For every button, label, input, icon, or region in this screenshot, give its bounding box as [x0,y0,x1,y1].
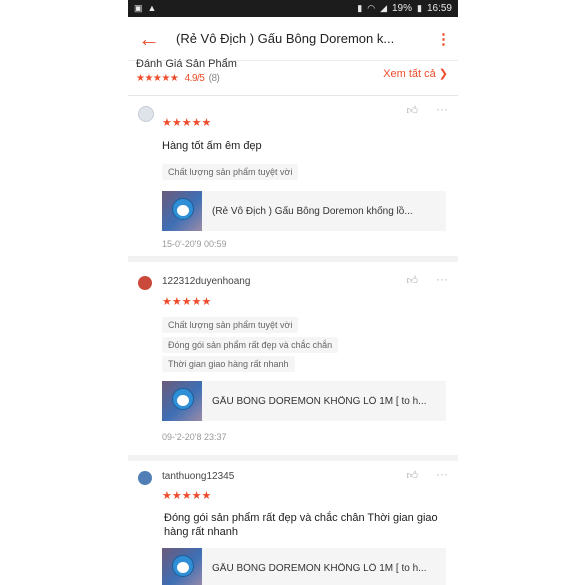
thumbs-up-icon[interactable]: 👍︎ [407,469,419,482]
product-thumbnail [162,381,202,421]
thumbs-up-icon[interactable]: 👍︎ [407,104,419,117]
battery-percent: 19% [392,3,413,14]
status-bar: ▣ ▲ ▮ ◠ ◢ 19% ▮ 16:59 [128,0,458,17]
product-name: GẤU BÔNG DOREMON KHỔNG LỒ 1M [ to h... [212,562,427,574]
app-bar: ← (Rẻ Vô Địch ) Gấu Bông Doremon k... ⋮ [128,17,458,61]
review-date: 15-0'-20'9 00:59 [162,239,227,249]
review-tag: Thời gian giao hàng rất nhanh [162,356,295,372]
review-tag: Chất lượng sản phẩm tuyệt vời [162,317,299,333]
wifi-icon: ◠ [367,3,376,13]
warning-icon: ▲ [147,3,157,13]
review-text: Hàng tốt ấm êm đẹp [162,140,262,152]
review-text: Đóng gói sản phẩm rất đẹp và chắc chân T… [164,512,438,538]
avatar[interactable] [138,276,152,290]
review-card: 122312duyenhoang ★★★★★ 👍︎ ··· Chất lượng… [128,262,458,461]
avatar[interactable] [138,106,154,122]
review-card: ★★★★★ 👍︎ ··· Hàng tốt ấm êm đẹp Chất lượ… [128,96,458,262]
product-name: (Rẻ Vô Địch ) Gấu Bông Doremon khổng lồ.… [212,205,413,217]
thumbs-up-icon[interactable]: 👍︎ [407,274,419,287]
review-date: 09-'2-20'8 23:37 [162,432,227,442]
review-username[interactable]: 122312duyenhoang [162,276,250,287]
rating-count: (8) [208,73,220,84]
review-stars: ★★★★★ [162,296,212,308]
vibrate-icon: ▮ [357,3,363,13]
product-link[interactable]: (Rẻ Vô Địch ) Gấu Bông Doremon khổng lồ.… [162,191,446,231]
product-link[interactable]: GẤU BÔNG DOREMON KHỔNG LỒ 1M [ to h... [162,381,446,421]
rating-summary-title: Đánh Giá Sản Phẩm [136,58,237,70]
image-icon: ▣ [134,3,143,13]
more-vertical-icon[interactable]: ⋮ [436,30,451,48]
signal-icon: ◢ [380,3,387,13]
review-tag: Đóng gói sản phẩm rất đẹp và chắc chắn [162,337,339,353]
arrow-left-icon[interactable]: ← [138,27,164,50]
battery-icon: ▮ [417,3,422,13]
rating-summary: Đánh Giá Sản Phẩm ★★★★★ 4.9/5 (8) Xem tấ… [128,58,458,96]
summary-stars-icon: ★★★★★ [136,73,179,84]
more-horizontal-icon[interactable]: ··· [436,272,448,286]
phone-screen: ▣ ▲ ▮ ◠ ◢ 19% ▮ 16:59 ← (Rẻ Vô Địch ) Gấ… [128,0,458,585]
page-title: (Rẻ Vô Địch ) Gấu Bông Doremon k... [176,31,395,46]
review-stars: ★★★★★ [162,117,212,129]
rating-summary-stars: ★★★★★ 4.9/5 (8) [136,73,220,84]
product-name: GẤU BÔNG DOREMON KHỔNG LỒ 1M [ to h... [212,395,427,407]
rating-score: 4.9/5 [184,73,205,84]
product-thumbnail [162,548,202,585]
clock: 16:59 [426,3,452,14]
see-all-link[interactable]: Xem tất cả ❯ [383,67,448,80]
product-link[interactable]: GẤU BÔNG DOREMON KHỔNG LỒ 1M [ to h... [162,548,446,585]
review-stars: ★★★★★ [162,490,212,502]
more-horizontal-icon[interactable]: ··· [436,467,448,481]
review-card: tanthuong12345 ★★★★★ 👍︎ ··· Đóng gói sản… [128,461,458,585]
avatar[interactable] [138,471,152,485]
product-thumbnail [162,191,202,231]
review-username[interactable]: tanthuong12345 [162,471,234,482]
review-tag: Chất lượng sản phẩm tuyệt vời [162,164,299,180]
more-horizontal-icon[interactable]: ··· [436,102,448,116]
